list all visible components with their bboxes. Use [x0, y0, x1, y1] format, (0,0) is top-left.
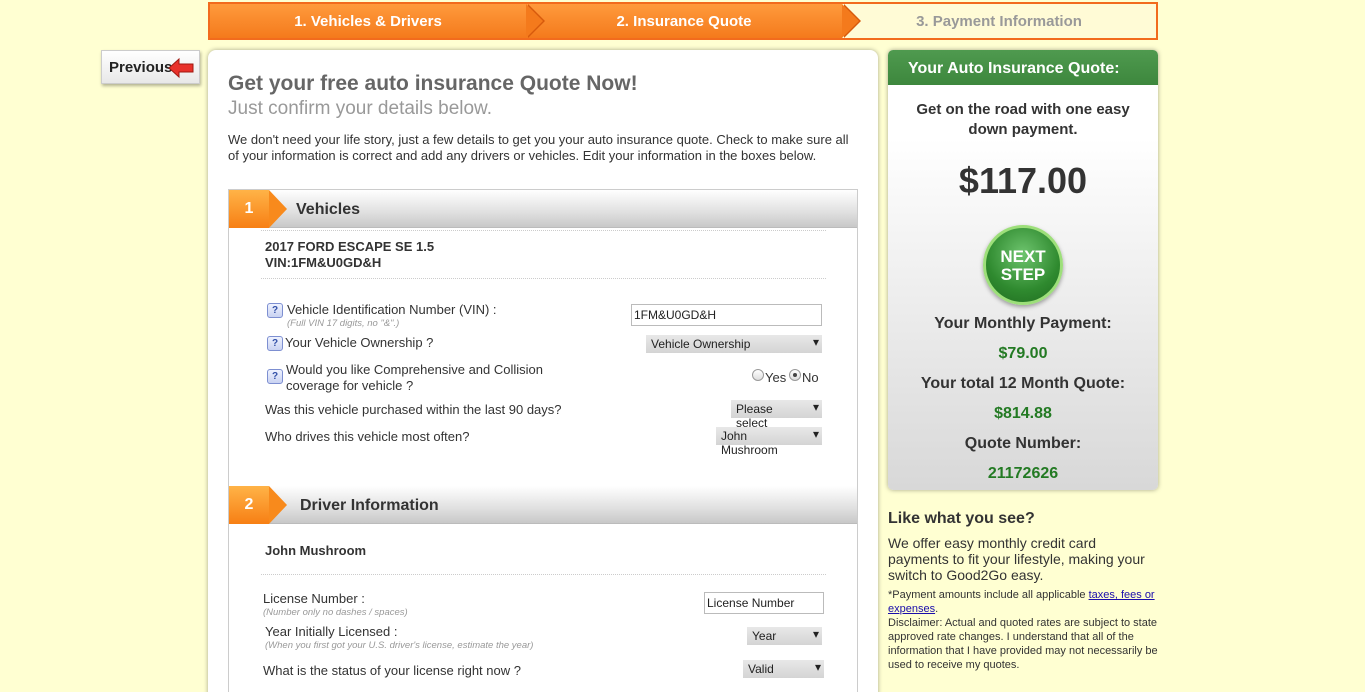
- page-title: Get your free auto insurance Quote Now!: [228, 72, 638, 95]
- step-label: 1. Vehicles & Drivers: [294, 12, 442, 30]
- year-licensed-hint: (When you first got your U.S. driver's l…: [265, 640, 534, 651]
- coverage-label-line1: Would you like Comprehensive and Collisi…: [286, 362, 544, 377]
- step-payment-information: 3. Payment Information: [842, 4, 1156, 38]
- license-hint: (Number only no dashes / spaces): [263, 607, 408, 618]
- disclaimer: Disclaimer: Actual and quoted rates are …: [888, 617, 1158, 671]
- vin-input[interactable]: 1FM&U0GD&H: [631, 304, 822, 326]
- previous-button[interactable]: Previous: [101, 50, 200, 84]
- vin-label: Vehicle Identification Number (VIN) :: [287, 302, 497, 317]
- vehicle-name: 2017 FORD ESCAPE SE 1.5: [265, 239, 435, 254]
- license-number-input[interactable]: License Number: [704, 592, 824, 614]
- license-status-label: What is the status of your license right…: [263, 663, 521, 678]
- like-text: We offer easy monthly credit card paymen…: [888, 535, 1145, 583]
- driver-section-header: 2 Driver Information: [229, 486, 857, 524]
- vin-hint: (Full VIN 17 digits, no "&".): [287, 318, 400, 329]
- driver-label: Who drives this vehicle most often?: [265, 429, 470, 444]
- vehicles-section-header: 1 Vehicles: [229, 190, 857, 228]
- next-step-line1: NEXT: [1000, 247, 1046, 266]
- quote-number-label: Quote Number:: [964, 435, 1082, 452]
- fine-print: *Payment amounts include all applicable …: [888, 588, 1160, 672]
- monthly-payment-value: $79.00: [998, 345, 1048, 362]
- purchased-label: Was this vehicle purchased within the la…: [265, 402, 562, 417]
- total-quote-value: $814.88: [994, 405, 1052, 422]
- quote-header: Your Auto Insurance Quote:: [888, 50, 1158, 85]
- coverage-no-radio[interactable]: [789, 369, 801, 381]
- previous-label: Previous: [109, 58, 173, 76]
- no-label: No: [802, 370, 819, 385]
- vehicles-section: 1 Vehicles 2017 FORD ESCAPE SE 1.5 VIN:1…: [228, 189, 858, 489]
- license-status-select[interactable]: Valid: [743, 660, 824, 678]
- quote-panel: Your Auto Insurance Quote: Get on the ro…: [888, 50, 1158, 490]
- fine-prefix: *Payment amounts include all applicable: [888, 589, 1089, 601]
- step-insurance-quote[interactable]: 2. Insurance Quote: [526, 4, 861, 38]
- license-label: License Number :: [263, 591, 365, 606]
- like-title: Like what you see?: [888, 510, 1035, 527]
- help-icon[interactable]: ?: [267, 303, 283, 318]
- next-step-line2: STEP: [1000, 265, 1046, 284]
- divider: [261, 230, 826, 231]
- yes-label: Yes: [765, 370, 787, 385]
- section-title: Driver Information: [300, 497, 439, 514]
- coverage-yes-radio[interactable]: [752, 369, 764, 381]
- progress-steps: 1. Vehicles & Drivers 2. Insurance Quote…: [208, 2, 1158, 40]
- intro-text: We don't need your life story, just a fe…: [228, 132, 849, 163]
- divider: [261, 574, 826, 575]
- total-quote-label: Your total 12 Month Quote:: [920, 375, 1126, 392]
- ownership-label: Your Vehicle Ownership ?: [285, 335, 434, 350]
- section-number: 2: [229, 486, 287, 524]
- coverage-label-line2: coverage for vehicle ?: [286, 378, 414, 393]
- ownership-select[interactable]: Vehicle Ownership: [646, 335, 822, 353]
- step-label: 2. Insurance Quote: [616, 12, 752, 30]
- help-icon[interactable]: ?: [267, 336, 283, 351]
- fine-suffix: .: [935, 603, 939, 615]
- quote-number-value: 21172626: [987, 465, 1059, 482]
- main-panel: Get your free auto insurance Quote Now! …: [208, 50, 878, 692]
- page-subtitle: Just confirm your details below.: [228, 98, 493, 119]
- divider: [261, 278, 826, 279]
- year-licensed-label: Year Initially Licensed :: [265, 624, 398, 639]
- section-number: 1: [229, 190, 287, 228]
- driver-name: John Mushroom: [265, 543, 367, 558]
- monthly-payment-label: Your Monthly Payment:: [934, 315, 1112, 332]
- quote-tagline: Get on the road with one easy down payme…: [916, 101, 1130, 138]
- step-label: 3. Payment Information: [916, 12, 1082, 30]
- driver-select[interactable]: John Mushroom: [716, 427, 822, 457]
- purchased-select[interactable]: Please select: [731, 400, 822, 430]
- step-vehicles-drivers[interactable]: 1. Vehicles & Drivers: [210, 4, 545, 38]
- year-licensed-select[interactable]: Year: [747, 627, 822, 645]
- vehicle-vin: VIN:1FM&U0GD&H: [265, 255, 382, 270]
- next-step-button[interactable]: NEXT STEP: [983, 225, 1063, 305]
- section-title: Vehicles: [296, 201, 361, 218]
- back-arrow-icon: [168, 57, 194, 79]
- driver-section: 2 Driver Information John Mushroom Licen…: [228, 486, 858, 692]
- down-payment-price: $117.00: [958, 160, 1088, 201]
- help-icon[interactable]: ?: [267, 369, 283, 384]
